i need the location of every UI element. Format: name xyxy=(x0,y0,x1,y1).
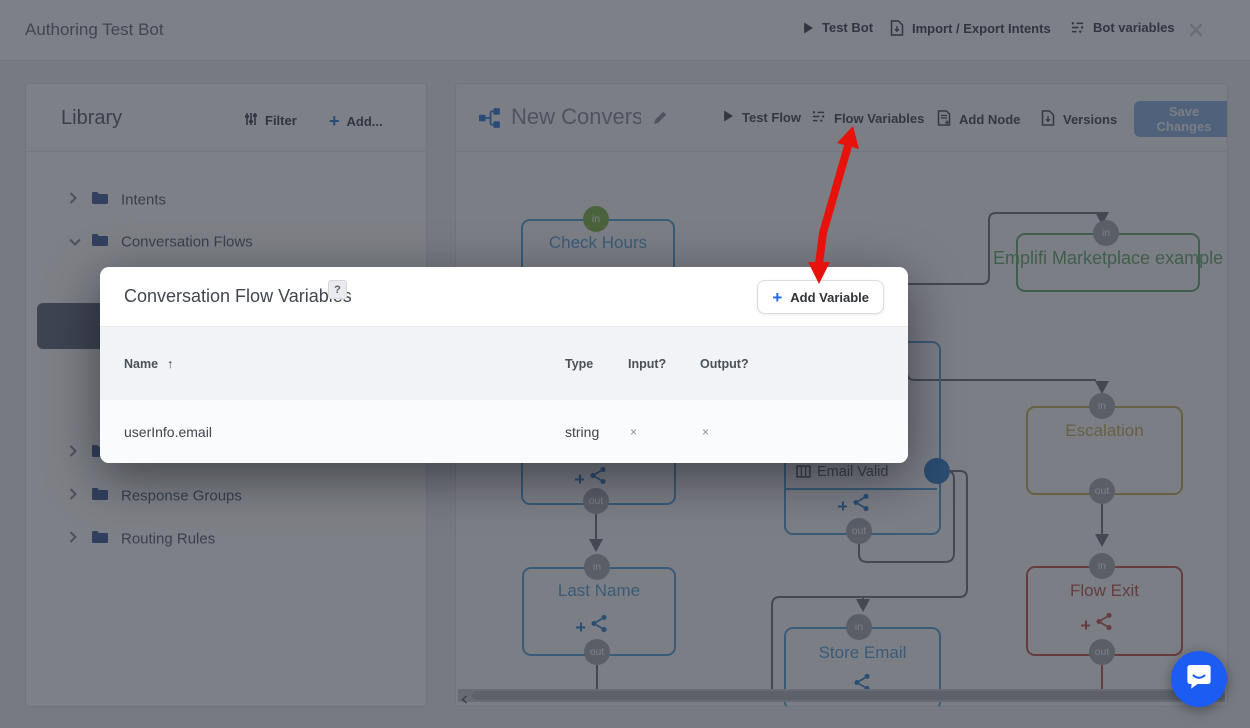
app: Authoring Test Bot Test Bot Import / Exp… xyxy=(0,0,1250,728)
plus-icon: + xyxy=(772,289,782,306)
column-header-output[interactable]: Output? xyxy=(700,357,749,371)
table-row[interactable]: userInfo.email string × × xyxy=(100,400,908,463)
table-header: Name↑ Type Input? Output? xyxy=(100,326,908,401)
variable-output-flag: × xyxy=(702,425,709,439)
sort-ascending-icon: ↑ xyxy=(167,357,173,371)
modal-title: Conversation Flow Variables xyxy=(124,286,352,307)
add-variable-button[interactable]: + Add Variable xyxy=(757,280,884,314)
add-variable-label: Add Variable xyxy=(790,290,869,305)
conversation-flow-variables-modal: Conversation Flow Variables ? + Add Vari… xyxy=(100,267,908,463)
help-icon[interactable]: ? xyxy=(328,280,347,299)
chat-bubble-icon xyxy=(1184,661,1214,697)
column-header-input[interactable]: Input? xyxy=(628,357,666,371)
variable-name: userInfo.email xyxy=(124,424,212,440)
column-header-type[interactable]: Type xyxy=(565,357,593,371)
variable-type: string xyxy=(565,424,599,440)
variable-input-flag: × xyxy=(630,425,637,439)
column-header-name[interactable]: Name↑ xyxy=(124,357,173,371)
intercom-chat-button[interactable] xyxy=(1171,651,1227,707)
